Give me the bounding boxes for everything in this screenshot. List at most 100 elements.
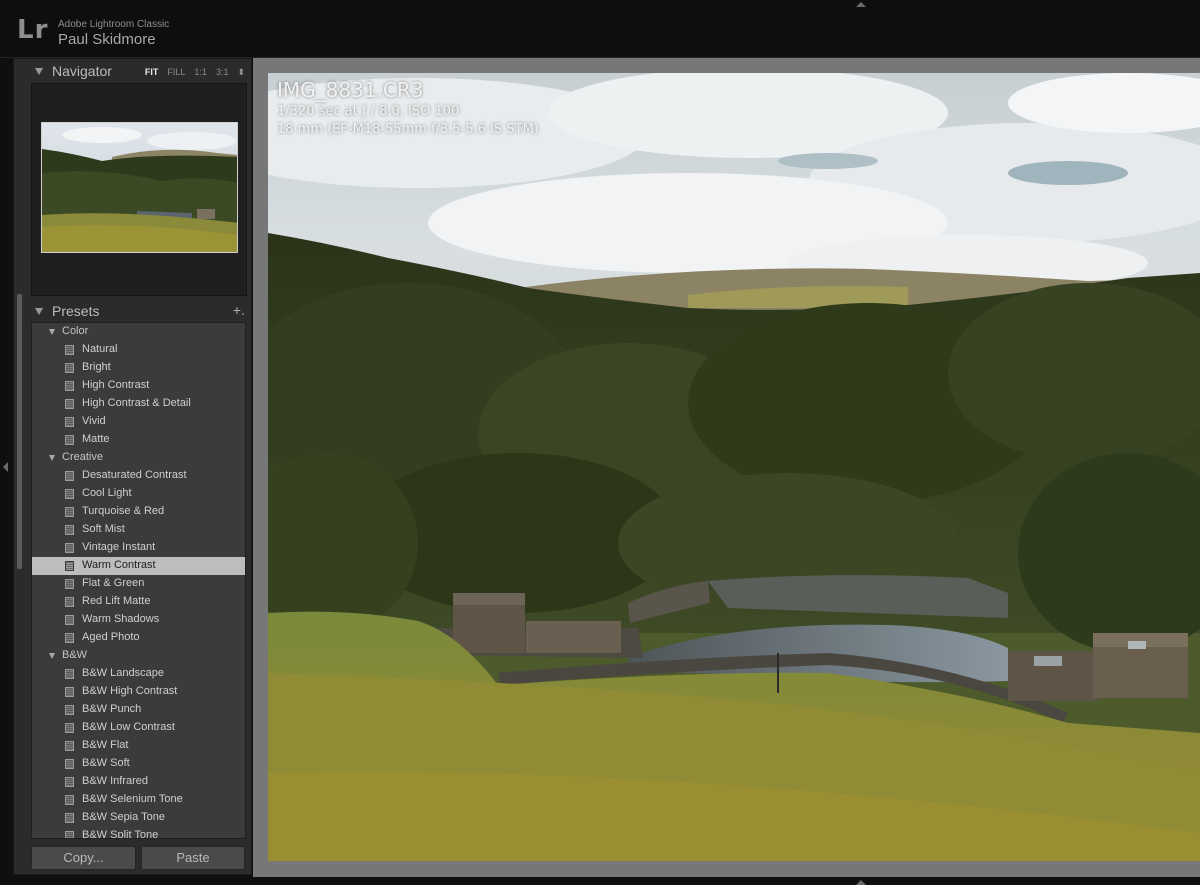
preset-item[interactable]: Vintage Instant [32, 539, 245, 557]
preset-item[interactable]: B&W Sepia Tone [32, 809, 245, 827]
preset-item[interactable]: B&W Soft [32, 755, 245, 773]
preset-label: B&W Selenium Tone [82, 793, 183, 805]
main-photo[interactable]: IMG_8831.CR3 1/320 sec at ƒ / 8.0, ISO 1… [268, 73, 1200, 861]
preset-item[interactable]: Cool Light [32, 485, 245, 503]
preset-item[interactable]: Matte [32, 431, 245, 449]
navigator-thumbnail[interactable] [41, 122, 238, 253]
preset-label: Turquoise & Red [82, 505, 165, 517]
preset-icon [65, 345, 74, 355]
photo-exposure: 1/320 sec at ƒ / 8.0, ISO 100 [277, 104, 460, 119]
triangle-down-icon[interactable] [49, 455, 55, 461]
navigator-header[interactable]: Navigator FIT FILL 1:1 3:1 ⬍ [14, 60, 251, 82]
preset-icon [65, 831, 74, 838]
preset-item[interactable]: B&W Infrared [32, 773, 245, 791]
preset-label: Warm Contrast [82, 559, 156, 571]
preset-item[interactable]: B&W Low Contrast [32, 719, 245, 737]
navigator-preview[interactable] [31, 83, 247, 296]
preset-label: Cool Light [82, 487, 132, 499]
preset-icon [65, 399, 74, 409]
preset-label: B&W Sepia Tone [82, 811, 165, 823]
preset-icon [65, 435, 74, 445]
preset-item[interactable]: Natural [32, 341, 245, 359]
zoom-stepper-icon[interactable]: ⬍ [237, 67, 245, 78]
preset-label: Bright [82, 361, 111, 373]
preset-icon [65, 381, 74, 391]
navigator-title: Navigator [52, 63, 112, 79]
zoom-1-1[interactable]: 1:1 [194, 67, 207, 78]
preset-item[interactable]: B&W Flat [32, 737, 245, 755]
preset-icon [65, 741, 74, 751]
preset-label: B&W Landscape [82, 667, 164, 679]
zoom-fill[interactable]: FILL [167, 67, 185, 78]
photo-lens: 18 mm (EF-M18-55mm f/3.5-5.6 IS STM) [277, 122, 539, 137]
preset-item[interactable]: Turquoise & Red [32, 503, 245, 521]
preset-icon [65, 363, 74, 373]
preset-item[interactable]: Flat & Green [32, 575, 245, 593]
paste-settings-button[interactable]: Paste [141, 846, 245, 870]
preset-label: B&W High Contrast [82, 685, 178, 697]
preset-icon [65, 615, 74, 625]
preset-item[interactable]: Aged Photo [32, 629, 245, 647]
preset-icon [65, 543, 74, 553]
preset-icon [65, 687, 74, 697]
preset-label: Natural [82, 343, 118, 355]
preset-icon [65, 705, 74, 715]
preset-label: High Contrast [82, 379, 150, 391]
preset-item[interactable]: High Contrast & Detail [32, 395, 245, 413]
preset-icon [65, 579, 74, 589]
presets-header[interactable]: Presets +. [14, 300, 251, 322]
preset-label: B&W Flat [82, 739, 129, 751]
preset-label: Desaturated Contrast [82, 469, 187, 481]
preset-icon [65, 597, 74, 607]
preset-item[interactable]: B&W Split Tone [32, 827, 245, 839]
triangle-down-icon[interactable] [35, 68, 43, 75]
preset-label: Vintage Instant [82, 541, 156, 553]
zoom-3-1[interactable]: 3:1 [216, 67, 229, 78]
preset-icon [65, 813, 74, 823]
preset-label: Matte [82, 433, 110, 445]
preset-folder-1[interactable]: Creative [32, 449, 245, 467]
preset-icon [65, 795, 74, 805]
preset-icon [65, 633, 74, 643]
preset-icon [65, 669, 74, 679]
preset-icon [65, 723, 74, 733]
identity-plate: Lr Adobe Lightroom Classic Paul Skidmore [0, 0, 1200, 58]
triangle-down-icon[interactable] [49, 653, 55, 659]
preset-item[interactable]: Soft Mist [32, 521, 245, 539]
preset-item[interactable]: Warm Shadows [32, 611, 245, 629]
photo-info-overlay: IMG_8831.CR3 1/320 sec at ƒ / 8.0, ISO 1… [277, 77, 539, 139]
preset-label: High Contrast & Detail [82, 397, 191, 409]
preset-folder-label: Creative [62, 451, 103, 463]
preset-label: B&W Split Tone [82, 829, 159, 839]
preset-icon [65, 759, 74, 769]
preset-item[interactable]: Warm Contrast [32, 557, 245, 575]
preset-icon [65, 489, 74, 499]
triangle-up-icon[interactable] [856, 880, 866, 885]
preset-icon [65, 525, 74, 535]
preset-item[interactable]: Bright [32, 359, 245, 377]
photo-filename: IMG_8831.CR3 [277, 78, 424, 102]
zoom-fit[interactable]: FIT [145, 67, 159, 78]
triangle-left-icon[interactable] [3, 462, 8, 472]
preset-label: Aged Photo [82, 631, 140, 643]
preset-item[interactable]: Vivid [32, 413, 245, 431]
preset-icon [65, 507, 74, 517]
navigator-thumbnail-image [42, 123, 237, 252]
triangle-down-icon[interactable] [35, 308, 43, 315]
triangle-down-icon[interactable] [49, 329, 55, 335]
triangle-up-icon[interactable] [856, 2, 866, 7]
preset-folder-0[interactable]: Color [32, 323, 245, 341]
preset-item[interactable]: B&W Landscape [32, 665, 245, 683]
preset-item[interactable]: High Contrast [32, 377, 245, 395]
copy-settings-button[interactable]: Copy... [31, 846, 136, 870]
preset-item[interactable]: Desaturated Contrast [32, 467, 245, 485]
preset-item[interactable]: B&W High Contrast [32, 683, 245, 701]
preset-item[interactable]: Red Lift Matte [32, 593, 245, 611]
preset-item[interactable]: B&W Punch [32, 701, 245, 719]
left-panel: Navigator FIT FILL 1:1 3:1 ⬍ Presets +. … [13, 58, 252, 875]
add-preset-button[interactable]: +. [233, 302, 245, 318]
panel-scrollbar[interactable] [17, 294, 22, 569]
preset-folder-2[interactable]: B&W [32, 647, 245, 665]
preset-item[interactable]: B&W Selenium Tone [32, 791, 245, 809]
preset-label: B&W Punch [82, 703, 142, 715]
